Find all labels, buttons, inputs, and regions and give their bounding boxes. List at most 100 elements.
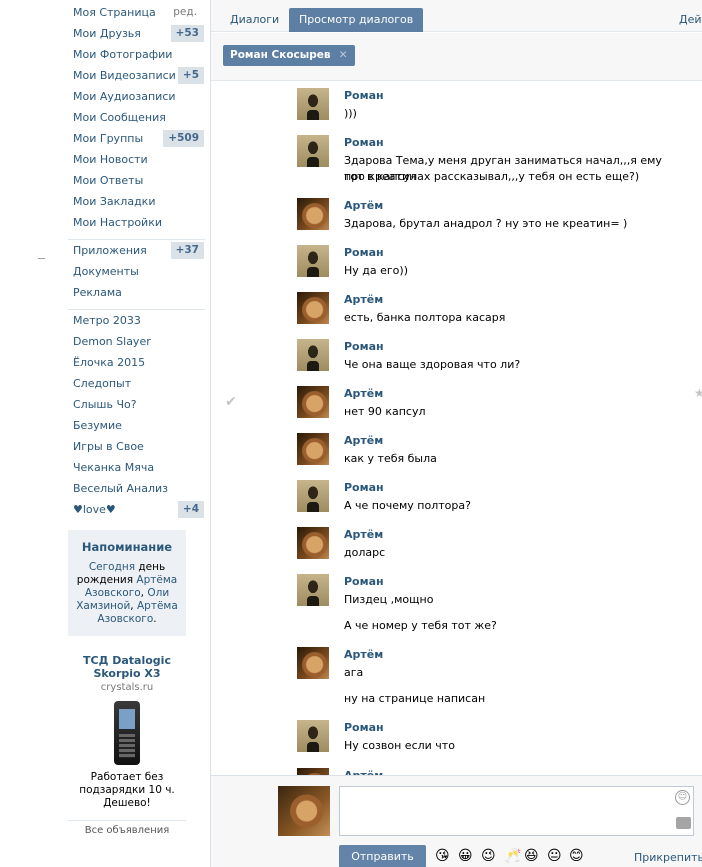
camera-icon[interactable] bbox=[676, 817, 691, 829]
sidebar-item[interactable]: Мои Группы +509 bbox=[68, 128, 206, 149]
avatar[interactable] bbox=[297, 198, 329, 230]
tab-actions[interactable]: Дейс bbox=[668, 8, 702, 32]
avatar[interactable] bbox=[297, 720, 329, 752]
send-button[interactable]: Отправить bbox=[339, 845, 426, 867]
laugh-emoji-icon[interactable]: 😆 bbox=[524, 848, 539, 864]
sidebar-item[interactable]: Реклама bbox=[68, 282, 206, 303]
reminder-sep: , bbox=[130, 600, 137, 612]
sidebar-item-label: Метро 2033 bbox=[73, 314, 141, 327]
sidebar-item-label: Demon Slayer bbox=[73, 335, 151, 348]
sidebar-item[interactable]: Чеканка Мяча bbox=[68, 457, 206, 478]
sidebar-item-label: Мои Фотографии bbox=[73, 48, 173, 61]
avatar[interactable] bbox=[297, 574, 329, 606]
sidebar-item-label: Реклама bbox=[73, 286, 122, 299]
avatar[interactable] bbox=[297, 135, 329, 167]
message-author[interactable]: Артём bbox=[344, 387, 383, 400]
ad-title[interactable]: ТСД Datalogic Skorpio X3 bbox=[68, 654, 186, 680]
sidebar-item[interactable]: Безумие bbox=[68, 415, 206, 436]
avatar[interactable] bbox=[297, 88, 329, 120]
message-text: Ну да его)) bbox=[344, 264, 408, 277]
sidebar-item-label: Чеканка Мяча bbox=[73, 461, 155, 474]
message-text: как у тебя была bbox=[344, 452, 437, 465]
sidebar-item-label: Игры в Свое bbox=[73, 440, 144, 453]
reminder-today-link[interactable]: Сегодня bbox=[89, 561, 135, 573]
sidebar-item-label: Мои Сообщения bbox=[73, 111, 166, 124]
wink-emoji-icon[interactable]: 😉 bbox=[481, 848, 496, 864]
message-author[interactable]: Роман bbox=[344, 246, 384, 259]
avatar[interactable] bbox=[297, 527, 329, 559]
sidebar-item[interactable]: Слышь Чо? bbox=[68, 394, 206, 415]
message-author[interactable]: Артём bbox=[344, 434, 383, 447]
sidebar-item[interactable]: Мои Новости bbox=[68, 149, 206, 170]
message-author[interactable]: Роман bbox=[344, 136, 384, 149]
avatar[interactable] bbox=[297, 292, 329, 324]
avatar[interactable] bbox=[297, 339, 329, 371]
message-author[interactable]: Артём bbox=[344, 648, 383, 661]
sidebar-item[interactable]: Документы bbox=[68, 261, 206, 282]
message-author[interactable]: Артём bbox=[344, 293, 383, 306]
sidebar-item-label: Слышь Чо? bbox=[73, 398, 137, 411]
scanner-device-image[interactable] bbox=[114, 701, 140, 765]
grin-emoji-icon[interactable]: 😀 bbox=[458, 848, 473, 864]
main-menu: Моя Страница ред. Мои Друзья +53 Мои Фотогра… bbox=[68, 2, 206, 233]
attach-link[interactable]: Прикрепить bbox=[634, 851, 702, 864]
sidebar-item[interactable]: Мои Сообщения bbox=[68, 107, 206, 128]
avatar[interactable] bbox=[297, 433, 329, 465]
sidebar-item[interactable]: Мои Фотографии bbox=[68, 44, 206, 65]
sidebar-item[interactable]: Demon Slayer bbox=[68, 331, 206, 352]
my-avatar[interactable] bbox=[278, 786, 330, 836]
checkmark-icon[interactable]: ✔ bbox=[225, 394, 237, 410]
smile-emoji-icon[interactable]: 😊 bbox=[569, 848, 584, 864]
message-author[interactable]: Артём bbox=[344, 528, 383, 541]
sidebar-item[interactable]: Ёлочка 2015 bbox=[68, 352, 206, 373]
avatar[interactable] bbox=[297, 386, 329, 418]
sidebar-item[interactable]: ♥love♥ +4 bbox=[68, 499, 206, 520]
message-author[interactable]: Роман bbox=[344, 340, 384, 353]
ad-domain: crystals.ru bbox=[100, 682, 154, 693]
ad-block[interactable]: ТСД Datalogic Skorpio X3 crystals.ru Раб… bbox=[68, 654, 186, 836]
counter-badge[interactable]: +4 bbox=[177, 501, 204, 518]
counter-badge[interactable]: +37 bbox=[170, 242, 204, 259]
sidebar-item[interactable]: Мои Настройки bbox=[68, 212, 206, 233]
sidebar-item[interactable]: Мои Друзья +53 bbox=[68, 23, 206, 44]
peer-chip[interactable]: Роман Скосырев ✕ bbox=[223, 45, 355, 66]
messages-panel: Диалоги Просмотр диалогов Дейс Роман Ско… bbox=[210, 0, 702, 867]
avatar[interactable] bbox=[297, 245, 329, 277]
message-author[interactable]: Артём bbox=[344, 199, 383, 212]
sidebar-item[interactable]: Игры в Свое bbox=[68, 436, 206, 457]
counter-badge[interactable]: +509 bbox=[163, 130, 204, 147]
tab-dialogs[interactable]: Диалоги bbox=[220, 8, 289, 32]
message-author[interactable]: Роман bbox=[344, 575, 384, 588]
edit-link[interactable]: ред. bbox=[173, 2, 197, 23]
message-input[interactable] bbox=[339, 786, 694, 836]
message-author[interactable]: Роман bbox=[344, 481, 384, 494]
star-icon[interactable]: ★ bbox=[694, 386, 702, 400]
sidebar-item[interactable]: Мои Аудиозаписи bbox=[68, 86, 206, 107]
sidebar-item[interactable]: Мои Ответы bbox=[68, 170, 206, 191]
sidebar-item[interactable]: Метро 2033 bbox=[68, 310, 206, 331]
glass-emoji-icon[interactable]: 🥂 bbox=[504, 848, 521, 864]
all-ads-link[interactable]: Все объявления bbox=[68, 820, 186, 836]
message-history[interactable]: ✔ ★ Роман))) Роман Здарова Тема,у меня дру… bbox=[211, 82, 702, 775]
tab-view-dialogs[interactable]: Просмотр диалогов bbox=[289, 8, 424, 32]
counter-badge[interactable]: +53 bbox=[170, 25, 204, 42]
sidebar-item[interactable]: Веселый Анализ bbox=[68, 478, 206, 499]
emoji-picker-icon[interactable]: ☺ bbox=[675, 790, 690, 805]
sidebar-item[interactable]: Приложения +37 bbox=[68, 240, 206, 261]
sidebar-item[interactable]: Моя Страница ред. bbox=[68, 2, 206, 23]
kiss-emoji-icon[interactable]: 😘 bbox=[435, 848, 450, 864]
neutral-emoji-icon[interactable]: 😐 bbox=[547, 848, 562, 864]
counter-badge[interactable]: +5 bbox=[177, 67, 204, 84]
close-icon[interactable]: ✕ bbox=[339, 45, 348, 66]
sidebar-item[interactable]: Мои Видеозаписи +5 bbox=[68, 65, 206, 86]
sidebar-item[interactable]: Следопыт bbox=[68, 373, 206, 394]
message-author[interactable]: Роман bbox=[344, 721, 384, 734]
avatar[interactable] bbox=[297, 480, 329, 512]
peer-bar: Роман Скосырев ✕ bbox=[211, 33, 702, 81]
message-text: А че номер у тебя тот же? bbox=[344, 619, 497, 632]
avatar[interactable] bbox=[297, 647, 329, 679]
message-text: Че она ваще здоровая что ли? bbox=[344, 358, 521, 371]
message-author[interactable]: Роман bbox=[344, 89, 384, 102]
sidebar-item[interactable]: Мои Закладки bbox=[68, 191, 206, 212]
avatar[interactable] bbox=[297, 768, 329, 775]
